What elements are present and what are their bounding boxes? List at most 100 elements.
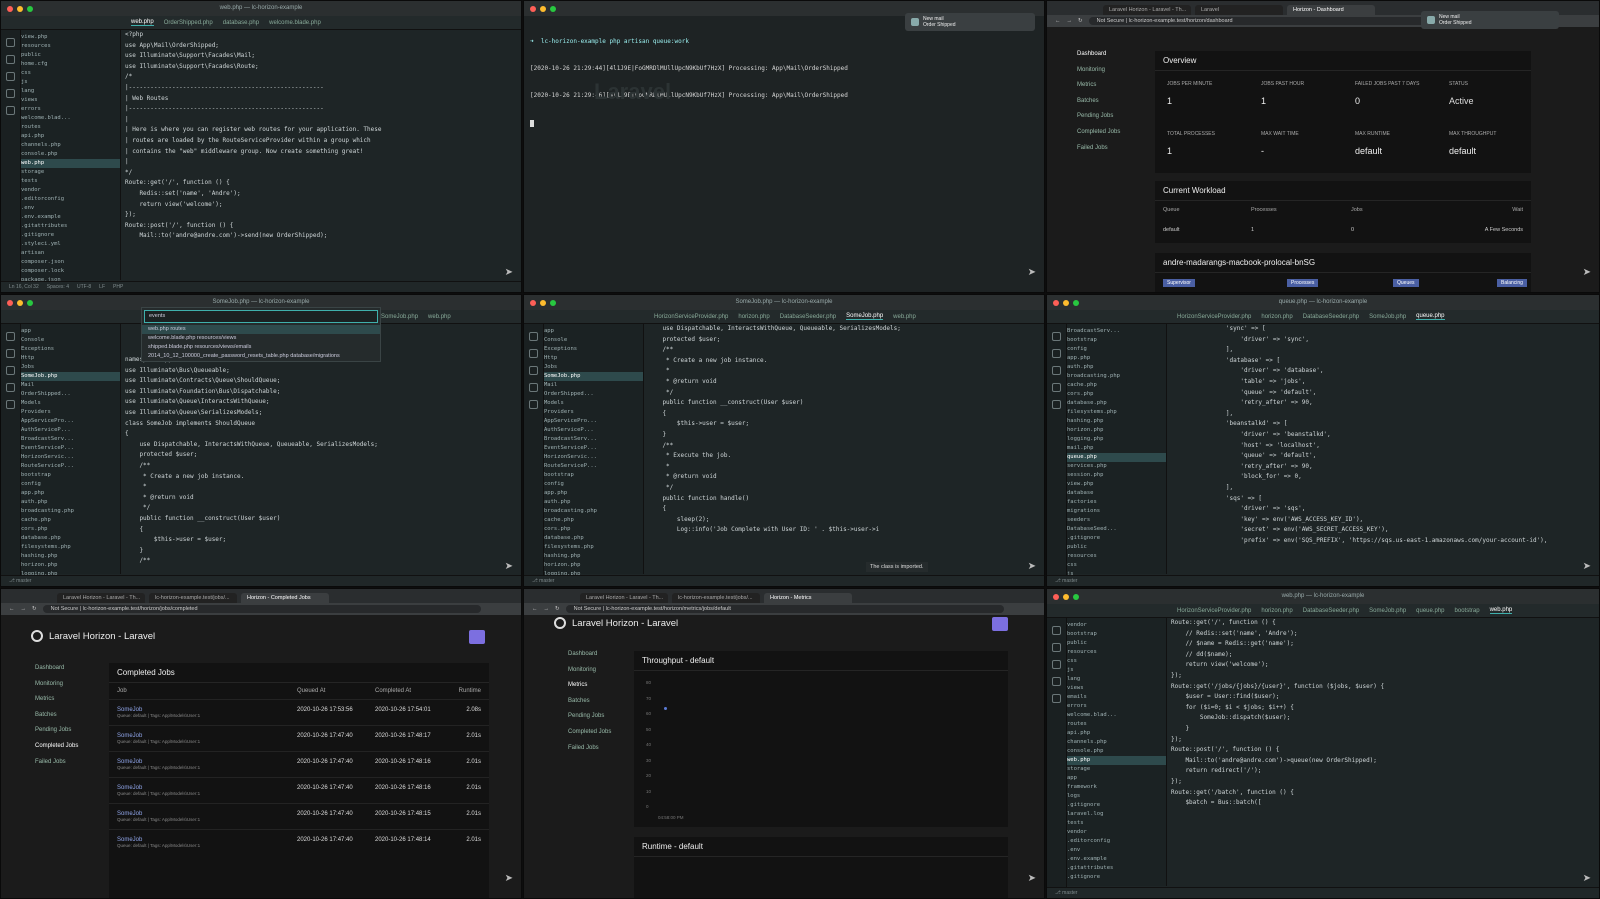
nav-item[interactable]: Completed Jobs [1077,125,1120,141]
tree-item[interactable]: bootstrap [1067,630,1166,639]
tree-item[interactable]: .gitattributes [21,222,120,231]
nav-item[interactable]: Completed Jobs [35,739,78,755]
nav-item[interactable]: Failed Jobs [35,755,78,771]
explorer-icon[interactable] [1052,332,1061,341]
theme-toggle-button[interactable] [469,630,485,644]
extensions-icon[interactable] [1052,400,1061,409]
explorer-icon[interactable] [1052,626,1061,635]
editor-tab[interactable]: web.php [893,314,916,320]
extensions-icon[interactable] [6,106,15,115]
tree-item[interactable]: storage [21,168,120,177]
tree-item[interactable]: Mail [21,381,120,390]
browser-tab[interactable]: Horizon - Completed Jobs [241,593,329,603]
tree-item[interactable]: cors.php [1067,390,1166,399]
close-dot[interactable] [530,299,536,306]
reload-icon[interactable]: ↻ [1078,18,1083,24]
tree-item[interactable]: css [1067,561,1166,570]
nav-item[interactable]: Pending Jobs [1077,109,1120,125]
tree-item[interactable]: RouteServiceP... [21,462,120,471]
tree-item[interactable]: home.cfg [21,60,120,69]
editor-tab[interactable]: HorizonServiceProvider.php [1177,608,1251,614]
source-control-icon[interactable] [529,366,538,375]
editor-tab[interactable]: welcome.blade.php [269,20,321,26]
tree-item[interactable]: database.php [544,534,643,543]
tree-item[interactable]: Http [21,354,120,363]
tree-item[interactable]: .gitignore [1067,873,1166,882]
tab-web[interactable]: web.php [428,314,451,320]
tree-item[interactable]: vendor [1067,828,1166,837]
tree-item[interactable]: js [21,78,120,87]
url-field[interactable]: Not Secure | lc-horizon-example.test/hor… [42,605,481,613]
tree-item[interactable]: migrations [1067,507,1166,516]
table-row[interactable]: SomeJob Queue: default | Tags: App\Models… [109,829,489,855]
maximize-dot[interactable] [550,299,556,306]
tree-item[interactable]: factories [1067,498,1166,507]
browser-tab[interactable]: Horizon - Metrics [764,593,852,603]
table-row[interactable]: SomeJob Queue: default | Tags: App\Models… [109,751,489,777]
tree-item[interactable]: .env.example [21,213,120,222]
tree-item[interactable]: public [21,51,120,60]
tree-item[interactable]: Providers [21,408,120,417]
explorer-icon[interactable] [529,332,538,341]
tree-item[interactable]: auth.php [544,498,643,507]
tree-item[interactable]: OrderShipped... [544,390,643,399]
tree-item[interactable]: views [1067,684,1166,693]
quick-open-input[interactable]: events [144,310,378,323]
back-icon[interactable]: ← [1055,18,1061,24]
editor-tab[interactable]: horizon.php [1261,314,1292,320]
tree-item[interactable]: .gitignore [21,231,120,240]
table-row[interactable]: SomeJob Queue: default | Tags: App\Models… [109,803,489,829]
tree-item[interactable]: session.php [1067,471,1166,480]
search-icon[interactable] [529,349,538,358]
editor-tab[interactable]: DatabaseSeeder.php [1303,314,1359,320]
tree-item[interactable]: Jobs [21,363,120,372]
minimize-dot[interactable] [1063,299,1069,306]
tree-item[interactable]: Exceptions [544,345,643,354]
table-row[interactable]: SomeJob Queue: default | Tags: App\Models… [109,699,489,725]
tree-item[interactable]: app [21,327,120,336]
browser-tab[interactable]: lc-horizon-example.test/jobs/... [672,593,760,603]
tree-item[interactable]: hashing.php [21,552,120,561]
tree-item[interactable]: public [1067,543,1166,552]
tree-item[interactable]: views [21,96,120,105]
table-row[interactable]: SomeJob Queue: default | Tags: App\Models… [109,777,489,803]
close-dot[interactable] [1053,593,1059,600]
nav-item[interactable]: Metrics [35,692,78,708]
browser-tab[interactable]: lc-horizon-example.test/jobs/... [149,593,237,603]
tree-item[interactable]: console.php [1067,747,1166,756]
tree-item[interactable]: HorizonServic... [544,453,643,462]
tree-item[interactable]: mail.php [1067,444,1166,453]
tree-item[interactable]: BroadcastServ... [21,435,120,444]
search-icon[interactable] [6,55,15,64]
tree-item[interactable]: laravel.log [1067,810,1166,819]
tree-item[interactable]: database [1067,489,1166,498]
editor-tab[interactable]: web.php [1489,607,1513,614]
tree-item[interactable]: DatabaseSeed... [1067,525,1166,534]
tree-item[interactable]: BroadcastServ... [1067,327,1166,336]
reload-icon[interactable]: ↻ [32,606,37,612]
code-editor[interactable]: namespace App\Jobs;use Illuminate\Bus\Qu… [125,355,515,574]
tree-item[interactable]: services.php [1067,462,1166,471]
editor-tab[interactable]: queue.php [1416,313,1445,320]
explorer-icon[interactable] [6,38,15,47]
code-editor[interactable]: 'sync' => [ 'driver' => 'sync', ], 'data… [1197,324,1593,574]
tree-item[interactable]: config [1067,345,1166,354]
forward-icon[interactable]: → [544,606,550,612]
browser-tab[interactable]: Laravel Horizon - Laravel - Th... [580,593,668,603]
nav-item[interactable]: Pending Jobs [568,709,611,725]
tree-item[interactable]: app [544,327,643,336]
tree-item[interactable]: vendor [1067,621,1166,630]
tree-item[interactable]: queue.php [1067,453,1166,462]
tree-item[interactable]: auth.php [1067,363,1166,372]
debug-icon[interactable] [1052,383,1061,392]
search-icon[interactable] [6,349,15,358]
tree-item[interactable]: storage [1067,765,1166,774]
nav-item[interactable]: Failed Jobs [1077,141,1120,157]
browser-tab[interactable]: Horizon - Dashboard [1287,5,1375,15]
search-icon[interactable] [1052,349,1061,358]
nav-item[interactable]: Monitoring [568,663,611,679]
tree-item[interactable]: .gitattributes [1067,864,1166,873]
tree-item[interactable]: Exceptions [21,345,120,354]
tree-item[interactable]: resources [1067,552,1166,561]
tree-item[interactable]: css [21,69,120,78]
